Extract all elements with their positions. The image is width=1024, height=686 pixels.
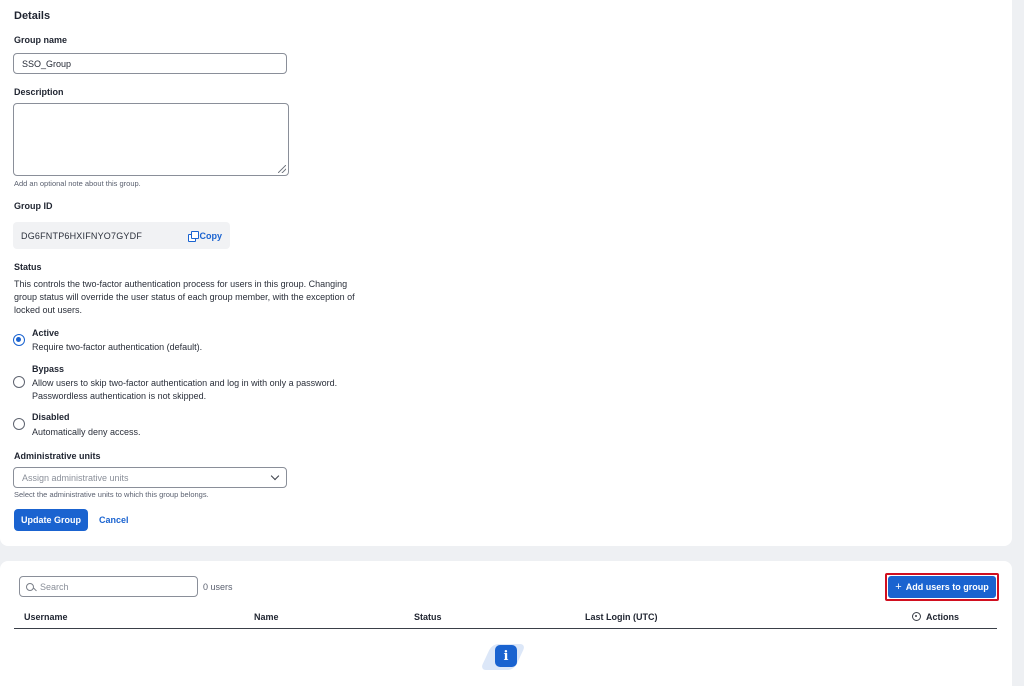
group-id-label: Group ID [14,201,53,211]
admin-units-label: Administrative units [14,451,101,461]
status-description-line: This controls the two-factor authenticat… [14,279,348,289]
plus-icon: + [895,581,902,593]
status-description: This controls the two-factor authenticat… [14,278,394,317]
empty-state-info-icon: i [479,638,527,678]
status-description-line: group status will override the user stat… [14,292,355,302]
status-option-desc: Automatically deny access. [32,427,141,437]
column-header-status[interactable]: Status [414,612,442,622]
group-users-card: Search 0 users + Add users to group User… [0,561,1012,686]
status-option-desc-line: Passwordless authentication is not skipp… [32,391,207,401]
copy-button[interactable]: Copy [187,230,223,242]
status-option-desc-line: Allow users to skip two-factor authentic… [32,378,338,388]
group-name-value: SSO_Group [22,58,72,69]
description-help: Add an optional note about this group. [14,179,141,188]
admin-units-placeholder: Assign administrative units [22,472,129,483]
admin-units-help: Select the administrative units to which… [14,490,209,499]
table-header-divider [14,628,997,629]
add-users-button[interactable]: + Add users to group [888,576,996,598]
gear-icon [912,612,921,621]
group-id-box: DG6FNTP6HXIFNYO7GYDF Copy [13,222,230,249]
status-option-title: Bypass [32,364,65,374]
details-heading: Details [14,10,51,22]
actions-label: Actions [926,612,960,622]
search-icon [26,582,34,591]
search-input[interactable]: Search [19,576,198,597]
status-label: Status [14,262,42,272]
status-radio-bypass[interactable] [13,376,25,388]
status-option-desc: Allow users to skip two-factor authentic… [32,377,337,403]
cancel-button[interactable]: Cancel [99,515,129,525]
status-option-title: Active [32,328,60,338]
status-option-title: Disabled [32,412,70,422]
resize-handle-icon[interactable] [278,165,286,173]
details-card: Details Group name SSO_Group Description… [0,0,1012,546]
user-count: 0 users [203,582,233,592]
chevron-down-icon [270,471,280,481]
column-header-actions: Actions [912,612,959,622]
status-description-line: locked out users. [14,305,83,315]
group-id-value: DG6FNTP6HXIFNYO7GYDF [21,230,143,241]
add-users-highlight: + Add users to group [885,573,999,601]
status-radio-active[interactable] [13,334,25,346]
column-header-name[interactable]: Name [254,612,279,622]
status-option-desc: Require two-factor authentication (defau… [32,342,203,352]
copy-icon [187,231,199,242]
search-placeholder: Search [40,581,69,592]
description-textarea[interactable] [13,103,289,176]
update-group-button[interactable]: Update Group [14,509,88,531]
column-header-username[interactable]: Username [24,612,68,622]
info-icon: i [495,645,517,667]
description-label: Description [14,87,64,97]
copy-label: Copy [199,230,223,241]
add-users-label: Add users to group [905,582,989,592]
group-name-label: Group name [14,35,68,45]
group-name-input[interactable]: SSO_Group [13,53,287,74]
status-radio-disabled[interactable] [13,418,25,430]
admin-units-select[interactable]: Assign administrative units [13,467,287,488]
column-header-last-login[interactable]: Last Login (UTC) [585,612,658,622]
